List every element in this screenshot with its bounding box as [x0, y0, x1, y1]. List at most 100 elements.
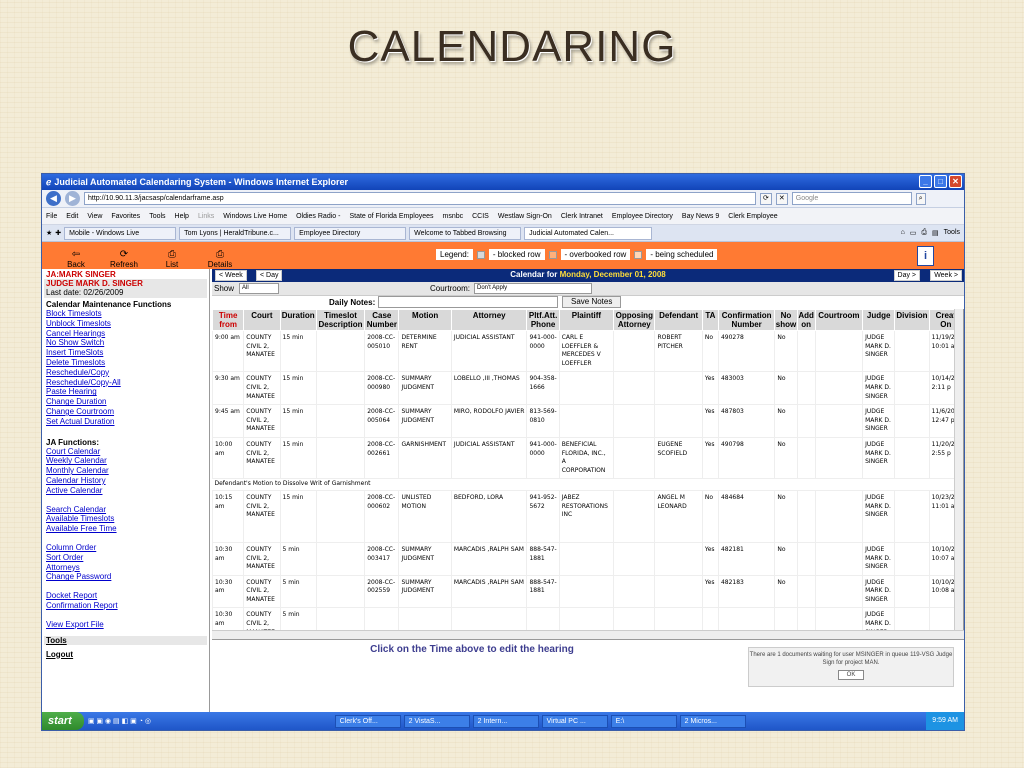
menu-favorites[interactable]: Favorites: [111, 213, 140, 220]
taskbar-item[interactable]: Virtual PC ...: [541, 714, 608, 728]
column-header[interactable]: Duration: [279, 309, 317, 331]
sidebar-link[interactable]: Change Courtroom: [46, 407, 205, 417]
sidebar-link[interactable]: Attorneys: [46, 563, 205, 573]
column-header[interactable]: Time from: [212, 309, 245, 331]
feeds-icon[interactable]: ▭: [910, 229, 917, 237]
tab-0[interactable]: Mobile - Windows Live: [64, 226, 177, 240]
back-arrow-icon[interactable]: ◀: [46, 191, 61, 206]
sidebar-link[interactable]: Active Calendar: [46, 486, 205, 496]
taskbar-item[interactable]: E:\: [610, 714, 677, 728]
column-header[interactable]: Add on: [796, 309, 816, 331]
time-cell[interactable]: 10:15 am: [212, 489, 245, 543]
link-3[interactable]: msnbc: [443, 213, 464, 220]
sidebar-link[interactable]: Change Duration: [46, 397, 205, 407]
close-icon[interactable]: ✕: [949, 175, 962, 188]
minimize-icon[interactable]: _: [919, 175, 932, 188]
menu-file[interactable]: File: [46, 213, 57, 220]
link-8[interactable]: Bay News 9: [682, 213, 719, 220]
sidebar-link[interactable]: Column Order: [46, 543, 205, 553]
tools-menu[interactable]: Tools: [944, 229, 960, 237]
link-2[interactable]: State of Florida Employees: [349, 213, 433, 220]
column-header[interactable]: Defendant: [654, 309, 703, 331]
view-export-file-link[interactable]: View Export File: [46, 620, 205, 630]
add-favorite-icon[interactable]: ✚: [55, 229, 61, 237]
sidebar-link[interactable]: Confirmation Report: [46, 601, 205, 611]
column-header[interactable]: No show: [774, 309, 798, 331]
column-header[interactable]: Attorney: [450, 309, 528, 331]
column-header[interactable]: Pltf.Att. Phone: [526, 309, 560, 331]
column-header[interactable]: TA: [701, 309, 719, 331]
search-input[interactable]: Google: [791, 192, 912, 205]
sidebar-link[interactable]: Delete Timeslots: [46, 358, 205, 368]
home-icon[interactable]: ⌂: [901, 229, 905, 237]
refresh-icon[interactable]: ⟳: [760, 192, 772, 205]
column-header[interactable]: Confirmation Number: [717, 309, 776, 331]
time-cell[interactable]: 9:00 am: [212, 329, 245, 373]
column-header[interactable]: Timeslot Description: [315, 309, 366, 331]
menu-view[interactable]: View: [87, 213, 102, 220]
sidebar-link[interactable]: Reschedule/Copy-All: [46, 378, 205, 388]
show-select[interactable]: All: [239, 283, 279, 294]
link-5[interactable]: Westlaw Sign-On: [498, 213, 552, 220]
tab-active[interactable]: Judicial Automated Calen...: [524, 226, 653, 240]
time-cell[interactable]: 10:30 am: [212, 541, 245, 576]
sidebar-link[interactable]: Monthly Calendar: [46, 466, 205, 476]
link-6[interactable]: Clerk Intranet: [561, 213, 603, 220]
sidebar-link[interactable]: Unblock Timeslots: [46, 319, 205, 329]
menu-help[interactable]: Help: [175, 213, 189, 220]
time-cell[interactable]: 9:45 am: [212, 404, 245, 438]
time-cell[interactable]: 10:00 am: [212, 436, 245, 480]
sidebar-link[interactable]: Weekly Calendar: [46, 456, 205, 466]
save-notes-button[interactable]: Save Notes: [562, 296, 622, 308]
column-header[interactable]: Opposing Attorney: [613, 309, 656, 331]
search-icon[interactable]: ⌕: [915, 192, 926, 205]
sidebar-link[interactable]: Cancel Hearings: [46, 329, 205, 339]
details-button[interactable]: ⎙ Details: [196, 249, 244, 269]
link-7[interactable]: Employee Directory: [612, 213, 673, 220]
next-week-button[interactable]: Week >: [930, 270, 962, 281]
sidebar-link[interactable]: Reschedule/Copy: [46, 368, 205, 378]
column-header[interactable]: Plaintiff: [558, 309, 615, 331]
sidebar-link[interactable]: No Show Switch: [46, 338, 205, 348]
sidebar-link[interactable]: Sort Order: [46, 553, 205, 563]
page-icon[interactable]: ▤: [932, 229, 939, 237]
ok-button[interactable]: OK: [838, 670, 864, 680]
stop-icon[interactable]: ✕: [775, 192, 788, 205]
sidebar-link[interactable]: Available Timeslots: [46, 514, 205, 524]
sidebar-link[interactable]: Set Actual Duration: [46, 417, 205, 427]
address-input[interactable]: http://10.90.11.3/jacsasp/calendarframe.…: [84, 192, 756, 205]
next-day-button[interactable]: Day >: [893, 270, 920, 281]
sidebar-link[interactable]: Court Calendar: [46, 447, 205, 457]
forward-arrow-icon[interactable]: ▶: [65, 191, 80, 206]
taskbar-item[interactable]: 2 Intern...: [472, 714, 539, 728]
start-button[interactable]: start: [42, 712, 84, 730]
time-cell[interactable]: 10:30 am: [212, 607, 245, 630]
sidebar-link[interactable]: Change Password: [46, 572, 205, 582]
column-header[interactable]: Case Number: [364, 309, 400, 331]
info-icon[interactable]: i: [917, 246, 934, 266]
back-button[interactable]: ⇦ Back: [52, 249, 100, 269]
sidebar-link[interactable]: Insert TimeSlots: [46, 348, 205, 358]
maximize-icon[interactable]: □: [934, 175, 947, 188]
taskbar-item[interactable]: Clerk's Off...: [334, 714, 401, 728]
column-header[interactable]: Court: [243, 309, 281, 331]
link-9[interactable]: Clerk Employee: [728, 213, 777, 220]
column-header[interactable]: Motion: [398, 309, 452, 331]
tab-1[interactable]: Tom Lyons | HeraldTribune.c...: [179, 226, 292, 240]
column-header[interactable]: Division: [894, 309, 930, 331]
vertical-scrollbar[interactable]: [954, 309, 963, 630]
favorites-star-icon[interactable]: ★: [46, 229, 52, 237]
sidebar-link[interactable]: Calendar History: [46, 476, 205, 486]
taskbar-item[interactable]: 2 VistaS...: [403, 714, 470, 728]
logout-link[interactable]: Logout: [46, 650, 205, 660]
taskbar-item[interactable]: 2 Micros...: [679, 714, 746, 728]
horizontal-scrollbar[interactable]: [212, 630, 964, 640]
sidebar-link[interactable]: Docket Report: [46, 591, 205, 601]
time-cell[interactable]: 9:30 am: [212, 371, 245, 406]
sidebar-link[interactable]: Block Timeslots: [46, 309, 205, 319]
column-header[interactable]: Courtroom: [814, 309, 864, 331]
link-4[interactable]: CCIS: [472, 213, 489, 220]
time-cell[interactable]: 10:30 am: [212, 574, 245, 609]
tools-link[interactable]: Tools: [44, 635, 207, 645]
sidebar-link[interactable]: Search Calendar: [46, 505, 205, 515]
